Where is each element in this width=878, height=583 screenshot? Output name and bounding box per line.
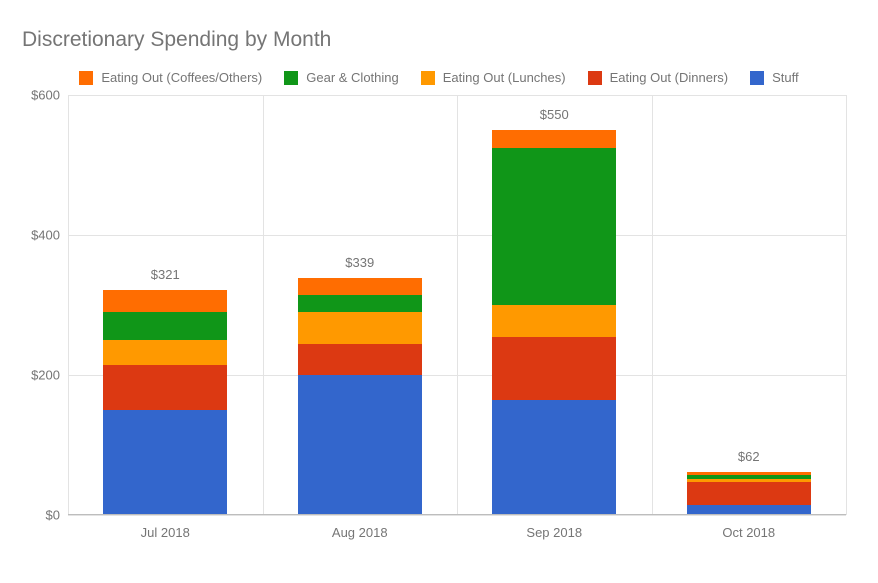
legend-label: Gear & Clothing [306, 70, 399, 85]
y-tick-label: $0 [18, 508, 60, 523]
legend: Eating Out (Coffees/Others) Gear & Clothi… [18, 70, 860, 85]
bar-segment [492, 337, 616, 400]
legend-label: Stuff [772, 70, 799, 85]
x-axis-labels: Jul 2018Aug 2018Sep 2018Oct 2018 [68, 525, 846, 540]
bar-segment [492, 400, 616, 516]
bar-stack [298, 278, 422, 515]
legend-label: Eating Out (Lunches) [443, 70, 566, 85]
bars: $321 $339 $550 $62 [68, 95, 846, 515]
legend-item: Eating Out (Lunches) [421, 70, 566, 85]
grid-line-vertical [846, 95, 847, 515]
bar-segment [298, 344, 422, 376]
bar-total-label: $62 [738, 449, 760, 464]
x-tick-label: Sep 2018 [457, 525, 652, 540]
bar-slot: $550 [457, 95, 652, 515]
bar-total-label: $321 [151, 267, 180, 282]
legend-item: Eating Out (Coffees/Others) [79, 70, 262, 85]
y-tick-label: $200 [18, 368, 60, 383]
bar-segment [103, 340, 227, 365]
x-tick-label: Aug 2018 [263, 525, 458, 540]
y-tick-label: $400 [18, 228, 60, 243]
bar-segment [298, 295, 422, 313]
bar-segment [298, 278, 422, 295]
grid-line-horizontal [68, 515, 846, 516]
legend-swatch [284, 71, 298, 85]
bar-segment [298, 375, 422, 515]
legend-label: Eating Out (Coffees/Others) [101, 70, 262, 85]
chart-container: Discretionary Spending by Month Eating O… [0, 0, 878, 583]
bar-stack [687, 472, 811, 515]
legend-swatch [79, 71, 93, 85]
x-tick-label: Jul 2018 [68, 525, 263, 540]
bar-slot: $62 [652, 95, 847, 515]
bar-segment [687, 482, 811, 504]
bar-slot: $321 [68, 95, 263, 515]
x-axis [68, 514, 846, 515]
bar-stack [492, 130, 616, 515]
bar-segment [298, 312, 422, 344]
bar-segment [103, 410, 227, 515]
legend-item: Gear & Clothing [284, 70, 399, 85]
chart-title: Discretionary Spending by Month [22, 28, 860, 52]
legend-swatch [750, 71, 764, 85]
bar-total-label: $339 [345, 255, 374, 270]
y-tick-label: $600 [18, 88, 60, 103]
plot-area: $0$200$400$600 $321$339$550$62 [68, 95, 846, 515]
legend-item: Eating Out (Dinners) [588, 70, 729, 85]
bar-segment [492, 130, 616, 148]
legend-swatch [421, 71, 435, 85]
bar-segment [492, 148, 616, 306]
legend-item: Stuff [750, 70, 799, 85]
bar-stack [103, 290, 227, 515]
bar-segment [103, 312, 227, 340]
bar-segment [492, 305, 616, 337]
bar-slot: $339 [263, 95, 458, 515]
x-tick-label: Oct 2018 [652, 525, 847, 540]
bar-segment [103, 365, 227, 411]
legend-swatch [588, 71, 602, 85]
bar-segment [103, 290, 227, 312]
bar-total-label: $550 [540, 107, 569, 122]
legend-label: Eating Out (Dinners) [610, 70, 729, 85]
